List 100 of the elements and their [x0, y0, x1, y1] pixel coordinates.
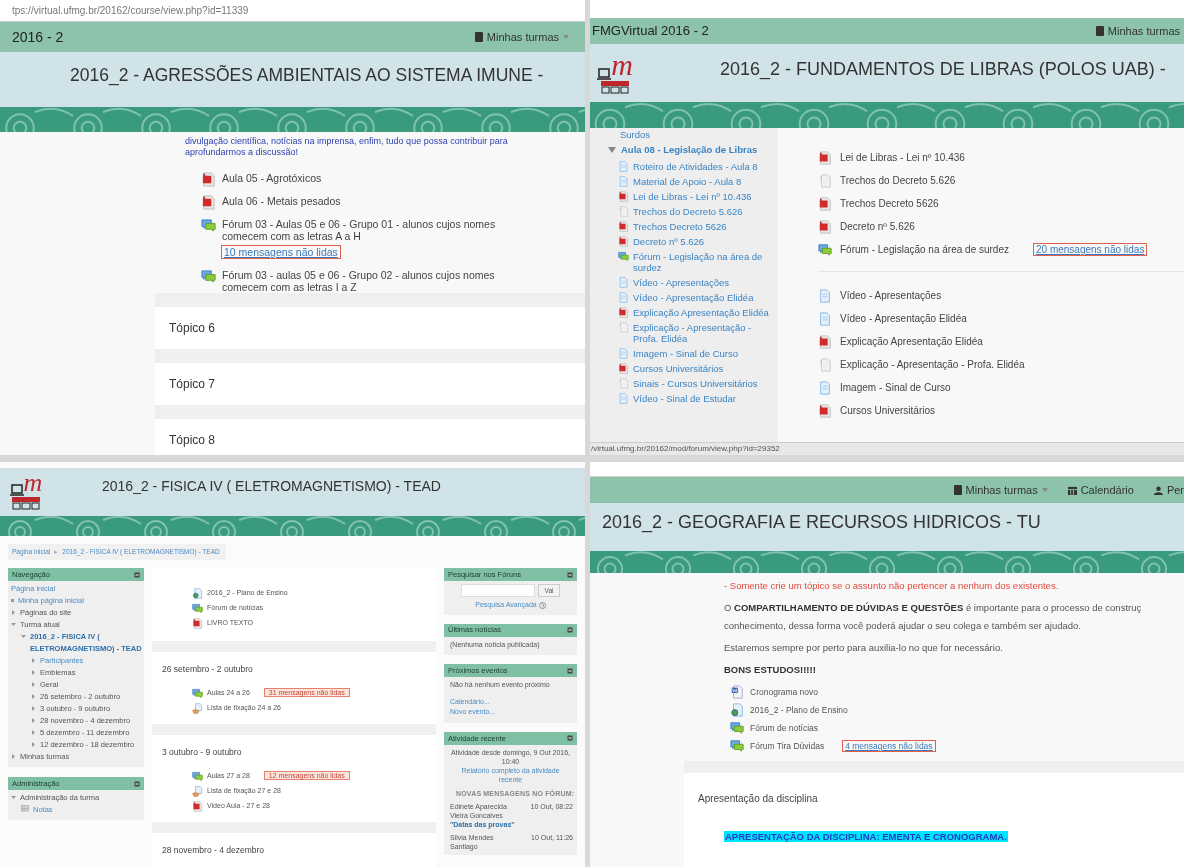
warning-note: - Somente crie um tópico se o assunto não pertencer a nenhum dos existentes.: [724, 579, 1060, 593]
sidebar-link[interactable]: Decreto nº 5.626: [633, 236, 705, 248]
collapse-icon[interactable]: [134, 571, 140, 578]
collapsed-arrow-icon[interactable]: [31, 718, 36, 723]
activity-link[interactable]: Cursos Universitários: [840, 403, 936, 418]
collapsed-arrow-icon[interactable]: [31, 706, 36, 711]
activity-link[interactable]: Decreto nº 5.626: [840, 219, 915, 234]
sidebar-link[interactable]: Lei de Libras - Lei nº 10.436: [633, 191, 752, 203]
sidebar-link[interactable]: Vídeo - Apresentações: [633, 277, 730, 289]
section-title: 28 novembro - 4 dezembro: [162, 844, 265, 855]
pdf-file-icon: [618, 307, 629, 319]
intro-text: divulgação científica, notícias na imprensa, enfim, tudo que possa contribuir para aprofundarmos a discussão!: [185, 136, 509, 158]
navbar-menu-link[interactable]: Minhas turmas: [474, 28, 569, 46]
collapse-icon[interactable]: [567, 667, 573, 674]
document-icon: [818, 311, 832, 326]
activity-link[interactable]: Explicação - Apresentação - Profa. Elidéa: [840, 357, 1025, 372]
sidebar-link[interactable]: Vídeo - Sinal de Estudar: [633, 393, 736, 405]
sidebar-link[interactable]: Fórum - Legislação na área de surdez: [633, 251, 778, 274]
pdf-file-icon: [818, 150, 832, 165]
activity-link[interactable]: Imagem - Sinal de Curso: [840, 380, 951, 395]
sidebar-section-link[interactable]: Aula 08 - Legislação de Libras: [621, 143, 758, 158]
globe-document-icon: [730, 703, 744, 718]
activity-link[interactable]: Fórum Tira Dúvidas: [750, 739, 825, 753]
hand-holding-document-icon: [192, 785, 203, 797]
sidebar-link[interactable]: Vídeo - Apresentação Elidéa: [633, 292, 754, 304]
sidebar-link[interactable]: Sinais - Cursos Universitários: [633, 378, 758, 390]
unread-messages-link[interactable]: 10 mensagens não lidas: [221, 245, 341, 259]
site-title[interactable]: FMGVirtual 2016 - 2: [592, 21, 709, 41]
pdf-file-icon: [201, 195, 216, 210]
pdf-file-icon: [818, 403, 832, 418]
activity-link[interactable]: Vídeo - Apresentações: [840, 288, 942, 303]
activity-link[interactable]: Explicação Apresentação Elidéa: [840, 334, 983, 349]
pdf-file-icon: [618, 236, 629, 248]
status-bar: /virtual.ufmg.br/20162/mod/forum/view.php?id=29352: [590, 442, 1184, 455]
collapsed-arrow-icon[interactable]: [31, 682, 36, 687]
collapse-icon[interactable]: [567, 571, 573, 578]
unread-messages-link[interactable]: 4 mensagens não lidas: [842, 739, 936, 752]
collapsed-arrow-icon[interactable]: [31, 670, 36, 675]
globe-document-icon: [192, 588, 203, 599]
speech-bubbles-icon: [192, 770, 203, 782]
document-icon: [618, 176, 629, 188]
activity-link[interactable]: Aula 06 - Metais pesados: [222, 195, 341, 207]
sidebar-link[interactable]: Explicação Apresentação Elidéa: [633, 307, 769, 319]
navbar-menu-link[interactable]: Minhas turmas: [953, 481, 1048, 499]
activity-link[interactable]: Trechos do Decreto 5.626: [840, 173, 956, 188]
address-bar[interactable]: tps://virtual.ufmg.br/20162/course/view.php?id=11339: [0, 0, 585, 22]
section-title: Tópico 6: [169, 319, 216, 337]
sidebar-link[interactable]: Cursos Universitários: [633, 363, 724, 375]
course-title: 2016_2 - FUNDAMENTOS DE LIBRAS (POLOS UAB) -: [720, 58, 1166, 82]
calendar-icon: [1067, 485, 1077, 495]
sidebar-link[interactable]: Imagem - Sinal de Curso: [633, 348, 739, 360]
sidebar-link[interactable]: Trechos do Decreto 5.626: [633, 206, 743, 218]
pdf-file-icon: [618, 363, 629, 375]
pdf-file-icon: [818, 196, 832, 211]
sidebar-link[interactable]: Explicação - Apresentação - Profa. Elidéa: [633, 322, 778, 345]
navbar-menu-link[interactable]: Calendário: [1067, 481, 1134, 499]
speech-bubbles-icon: [730, 721, 744, 736]
section-title: Apresentação da disciplina: [698, 793, 818, 805]
site-logo: m: [592, 50, 638, 94]
sidebar-link[interactable]: Surdos: [608, 129, 778, 141]
expand-arrow-icon[interactable]: [608, 147, 616, 154]
expanded-arrow-icon[interactable]: [11, 622, 16, 627]
collapsed-arrow-icon[interactable]: [31, 694, 36, 699]
speech-bubbles-icon: [818, 242, 832, 257]
pdf-file-icon: [818, 219, 832, 234]
collapsed-arrow-icon[interactable]: [31, 658, 36, 663]
course-title: 2016_2 - GEOGRAFIA E RECURSOS HIDRICOS - TU: [602, 511, 1041, 535]
activity-link[interactable]: Fórum de notícias: [750, 721, 819, 735]
blank-file-icon: [618, 206, 629, 218]
activity-link[interactable]: Fórum - Legislação na área de surdez: [840, 242, 1009, 257]
blank-file-icon: [818, 357, 832, 372]
sidebar-link[interactable]: Trechos Decreto 5626: [633, 221, 727, 233]
collapse-icon[interactable]: [567, 735, 573, 741]
unread-messages-link[interactable]: 20 mensagens não lidas: [1033, 243, 1148, 256]
pdf-file-icon: [201, 172, 216, 187]
activity-link[interactable]: Trechos Decreto 5626: [840, 196, 939, 211]
sidebar-link[interactable]: Material de Apoio - Aula 8: [633, 176, 742, 188]
collapse-icon[interactable]: [134, 780, 140, 787]
sidebar-link[interactable]: Roteiro de Atividades - Aula 8: [633, 161, 758, 173]
collapsed-arrow-icon[interactable]: [11, 610, 16, 615]
activity-link[interactable]: Lei de Libras - Lei nº 10.436: [840, 150, 965, 165]
site-title[interactable]: 2016 - 2: [12, 26, 64, 48]
collapse-icon[interactable]: [567, 627, 573, 633]
activity-link[interactable]: Cronograma novo: [750, 685, 819, 699]
bullet-icon: [11, 599, 14, 602]
collapsed-arrow-icon[interactable]: [31, 742, 36, 747]
activity-link[interactable]: Fórum 03 - aulas 05 e 06 - Grupo 02 - alunos cujos nomes comecem com as letras I a Z: [222, 268, 535, 293]
navbar-menu-link[interactable]: Minhas turmas: [1095, 22, 1180, 40]
activity-link[interactable]: Fórum 03 - Aulas 05 e 06 - Grupo 01 - alunos cujos nomes comecem com as letras A a H: [222, 218, 535, 242]
search-field[interactable]: [460, 584, 535, 597]
collapsed-arrow-icon[interactable]: [11, 754, 16, 759]
collapsed-arrow-icon[interactable]: [31, 730, 36, 735]
activity-link[interactable]: Aula 05 - Agrotóxicos: [222, 172, 322, 184]
help-icon[interactable]: [538, 601, 546, 609]
pdf-file-icon: [618, 191, 629, 203]
activity-link[interactable]: Vídeo - Apresentação Elidéa: [840, 311, 967, 326]
expanded-arrow-icon[interactable]: [21, 634, 26, 639]
expanded-arrow-icon[interactable]: [11, 795, 16, 800]
activity-link[interactable]: 2016_2 - Plano de Ensino: [750, 703, 848, 717]
navbar-menu-link[interactable]: Per: [1153, 481, 1184, 499]
